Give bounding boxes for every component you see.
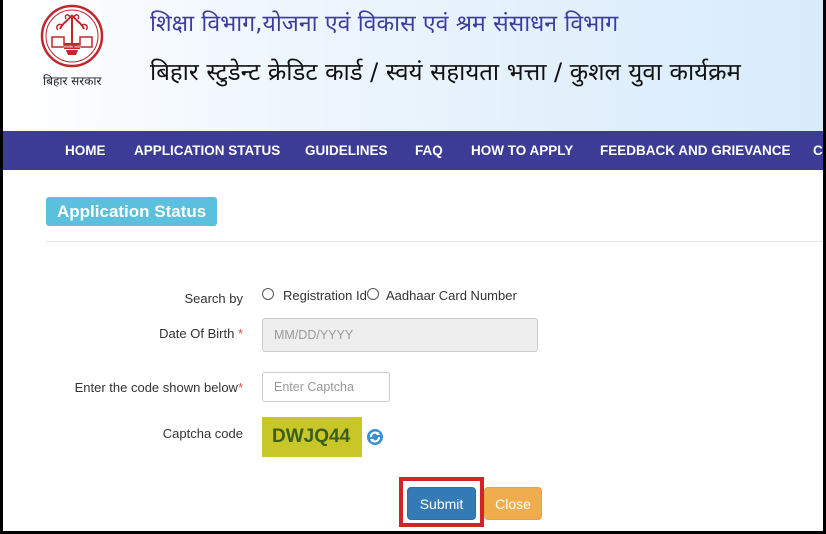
captcha-input-label-text: Enter the code shown below xyxy=(74,380,238,395)
submit-button[interactable]: Submit xyxy=(407,487,476,520)
dob-label-text: Date Of Birth xyxy=(159,326,235,341)
captcha-input-label: Enter the code shown below* xyxy=(43,380,243,395)
logo-seal-text: सत्यमेव जयते xyxy=(63,44,81,49)
required-mark: * xyxy=(237,380,243,395)
section-title: Application Status xyxy=(46,197,218,226)
radio-registration-id[interactable] xyxy=(262,288,274,300)
nav-application-status[interactable]: APPLICATION STATUS xyxy=(134,143,280,158)
nav-faq[interactable]: FAQ xyxy=(415,143,443,158)
captcha-input[interactable] xyxy=(262,372,390,402)
dob-field[interactable] xyxy=(262,318,538,352)
nav-how-to-apply[interactable]: HOW TO APPLY xyxy=(471,143,573,158)
refresh-icon[interactable] xyxy=(366,428,384,446)
nav-guidelines[interactable]: GUIDELINES xyxy=(305,143,388,158)
site-header: सत्यमेव जयते बिहार सरकार शिक्षा विभाग,यो… xyxy=(3,0,823,131)
nav-contact-truncated[interactable]: C xyxy=(813,143,823,158)
logo-caption: बिहार सरकार xyxy=(43,74,102,88)
dob-label: Date Of Birth * xyxy=(133,326,243,341)
main-nav: HOME APPLICATION STATUS GUIDELINES FAQ H… xyxy=(3,131,823,170)
department-title: शिक्षा विभाग,योजना एवं विकास एवं श्रम सं… xyxy=(150,11,619,37)
captcha-image: DWJQ44 xyxy=(262,417,362,457)
scheme-title: बिहार स्टुडेन्ट क्रेडिट कार्ड / स्वयं सह… xyxy=(150,58,741,86)
radio-aadhaar[interactable] xyxy=(367,288,379,300)
nav-feedback-grievance[interactable]: FEEDBACK AND GRIEVANCE xyxy=(600,143,791,158)
captcha-code-label: Captcha code xyxy=(162,426,243,441)
radio-registration-id-label[interactable]: Registration Id xyxy=(283,288,367,303)
page: सत्यमेव जयते बिहार सरकार शिक्षा विभाग,यो… xyxy=(3,0,823,531)
search-by-label: Search by xyxy=(184,291,243,306)
required-mark: * xyxy=(237,326,243,341)
nav-home[interactable]: HOME xyxy=(65,143,106,158)
section-divider xyxy=(46,241,823,242)
bihar-govt-seal-icon: सत्यमेव जयते xyxy=(40,4,104,68)
close-button[interactable]: Close xyxy=(484,487,542,520)
radio-aadhaar-label[interactable]: Aadhaar Card Number xyxy=(386,288,517,303)
